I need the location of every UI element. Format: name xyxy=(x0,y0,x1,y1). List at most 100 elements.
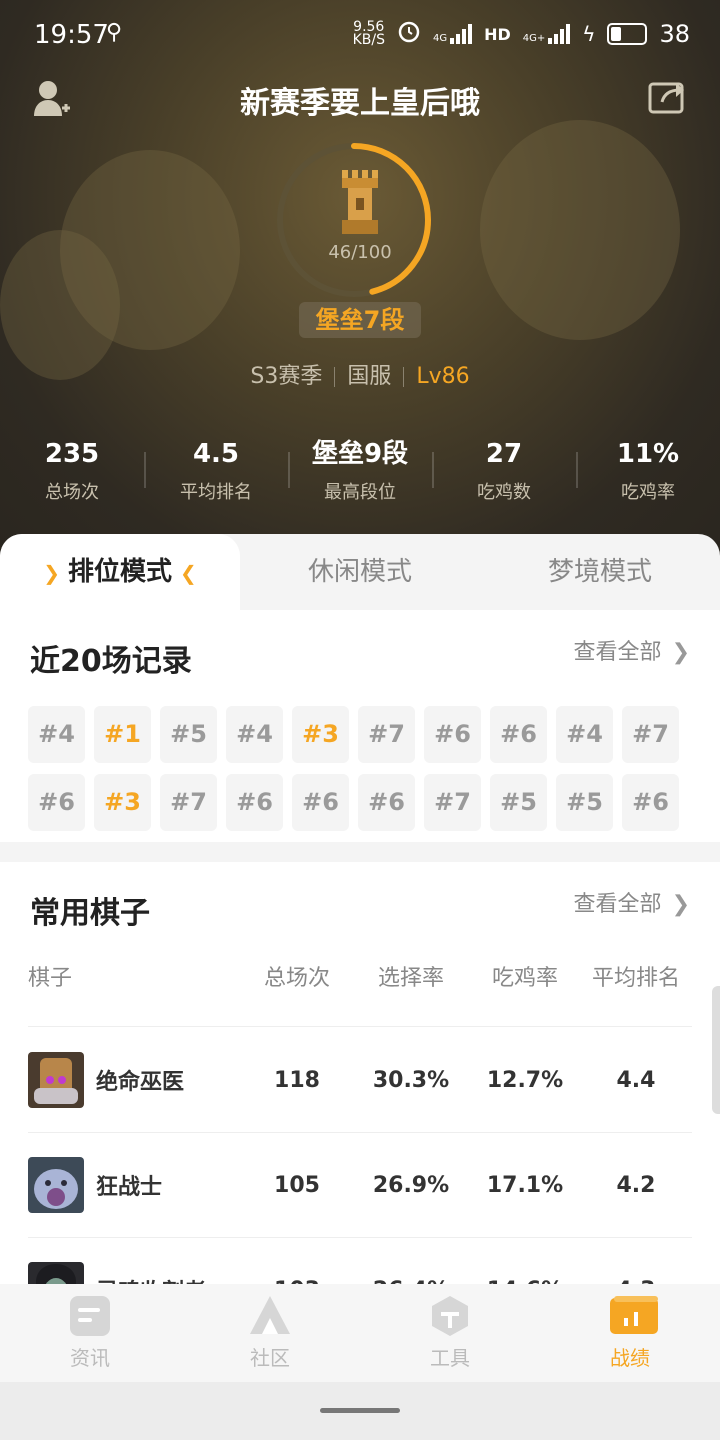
chevron-right-icon: ❯ xyxy=(43,561,60,585)
section-title: 常用棋子 xyxy=(30,896,150,931)
berserker-avatar xyxy=(28,1157,84,1213)
match-rank-cell[interactable]: #7 xyxy=(160,774,217,831)
chevron-left-icon: ❮ xyxy=(180,561,197,585)
piece-games: 105 xyxy=(274,1172,320,1198)
mode-tabs: ❯ 排位模式 ❮ 休闲模式 梦境模式 xyxy=(0,534,720,610)
net-type-2: 4G+ xyxy=(522,33,546,44)
season-label: S3赛季 xyxy=(250,364,323,389)
nav-records[interactable]: 战绩 xyxy=(540,1284,720,1382)
stat-label: 吃鸡率 xyxy=(621,482,675,503)
battery-icon xyxy=(607,23,648,45)
match-rank-cell[interactable]: #4 xyxy=(556,706,613,763)
nav-community[interactable]: 社区 xyxy=(180,1284,360,1382)
stat-label: 总场次 xyxy=(45,482,99,503)
match-rank-cell[interactable]: #5 xyxy=(490,774,547,831)
nav-tools[interactable]: 工具 xyxy=(360,1284,540,1382)
net-speed: 9.56 KB/S xyxy=(353,20,385,47)
match-rank-cell[interactable]: #4 xyxy=(28,706,85,763)
net-type-1: 4G xyxy=(432,33,448,44)
recent-matches-section: 近20场记录 查看全部 ❯ #4 #1 #5 #4 #3 #7 #6 #6 #4 #7 #6 #3 #7 #… xyxy=(0,610,720,842)
home-indicator[interactable] xyxy=(0,1382,720,1440)
stat-average-rank: 4.5 平均排名 xyxy=(144,436,288,504)
stat-value: 4.5 xyxy=(192,439,240,469)
see-all-label: 查看全部 xyxy=(573,892,662,917)
share-icon[interactable] xyxy=(648,78,688,114)
match-rank-cell[interactable]: #6 xyxy=(28,774,85,831)
see-all-label: 查看全部 xyxy=(573,640,662,665)
alarm-icon xyxy=(397,20,421,48)
fortress-rank-icon xyxy=(340,168,380,238)
see-all-recent-link[interactable]: 查看全部 ❯ xyxy=(574,634,690,666)
column-header: 总场次 xyxy=(263,966,330,991)
table-row[interactable]: 绝命巫医 118 30.3% 12.7% 4.4 xyxy=(28,1028,692,1133)
news-icon xyxy=(68,1294,112,1338)
stat-label: 最高段位 xyxy=(324,482,396,503)
season-info: S3赛季 国服 Lv86 xyxy=(0,358,720,390)
bottom-nav: 资讯 社区 工具 战绩 xyxy=(0,1284,720,1382)
match-rank-cell[interactable]: #7 xyxy=(424,774,481,831)
hd-label: HD xyxy=(484,24,511,44)
nav-label: 资讯 xyxy=(70,1346,110,1370)
status-bar: 19:57 ⚲ 9.56 KB/S 4G HD 4G+ ϟ 38 xyxy=(0,0,720,72)
chevron-right-icon: ❯ xyxy=(671,892,690,917)
match-rank-cell[interactable]: #7 xyxy=(358,706,415,763)
signal-2: 4G+ xyxy=(523,24,571,44)
community-icon xyxy=(248,1294,292,1338)
nav-label: 工具 xyxy=(430,1346,470,1370)
signal-bars-icon xyxy=(450,24,473,44)
hero-background-art xyxy=(480,120,680,340)
signal-1: 4G xyxy=(432,24,473,44)
recent-rank-grid: #4 #1 #5 #4 #3 #7 #6 #6 #4 #7 #6 #3 #7 #6 #6 #6 #7 #5 #5 #6 xyxy=(28,706,688,842)
level-label: Lv86 xyxy=(416,364,470,389)
piece-name: 绝命巫医 xyxy=(96,1070,185,1095)
stat-value: 11% xyxy=(616,439,680,469)
match-rank-cell[interactable]: #3 xyxy=(292,706,349,763)
match-rank-cell[interactable]: #6 xyxy=(292,774,349,831)
match-rank-cell[interactable]: #6 xyxy=(424,706,481,763)
stat-value: 堡垒9段 xyxy=(311,439,409,469)
piece-pick-rate: 30.3% xyxy=(372,1067,450,1093)
match-rank-cell[interactable]: #3 xyxy=(94,774,151,831)
record-icon xyxy=(608,1294,658,1338)
piece-games: 118 xyxy=(274,1067,320,1093)
stat-value: 235 xyxy=(44,439,100,469)
tab-dream[interactable]: 梦境模式 xyxy=(480,534,720,610)
nav-news[interactable]: 资讯 xyxy=(0,1284,180,1382)
page-title: 新赛季要上皇后哦 xyxy=(240,86,480,121)
rank-row: #4 #1 #5 #4 #3 #7 #6 #6 #4 #7 xyxy=(28,706,688,763)
chevron-right-icon: ❯ xyxy=(671,640,690,665)
piece-pick-rate: 26.9% xyxy=(372,1172,450,1198)
stat-highest-rank: 堡垒9段 最高段位 xyxy=(288,436,432,504)
match-rank-cell[interactable]: #6 xyxy=(358,774,415,831)
usb-icon: ⚲ xyxy=(106,20,123,45)
match-rank-cell[interactable]: #5 xyxy=(556,774,613,831)
piece-avg-rank: 4.4 xyxy=(616,1067,656,1093)
stat-value: 27 xyxy=(485,439,523,469)
divider xyxy=(334,367,336,387)
scrollbar[interactable] xyxy=(712,986,720,1114)
match-rank-cell[interactable]: #6 xyxy=(226,774,283,831)
stat-wins: 27 吃鸡数 xyxy=(432,436,576,504)
battery-level: 38 xyxy=(659,20,690,48)
divider xyxy=(403,367,405,387)
tools-icon xyxy=(428,1294,472,1338)
see-all-pieces-link[interactable]: 查看全部 ❯ xyxy=(574,886,690,918)
column-header: 选择率 xyxy=(377,966,444,991)
column-header: 棋子 xyxy=(28,966,73,991)
match-rank-cell[interactable]: #4 xyxy=(226,706,283,763)
tab-ranked[interactable]: ❯ 排位模式 ❮ xyxy=(0,534,240,610)
section-title: 近20场记录 xyxy=(30,644,192,679)
table-row[interactable]: 狂战士 105 26.9% 17.1% 4.2 xyxy=(28,1133,692,1238)
signal-bars-icon xyxy=(548,24,571,44)
rank-badge: 堡垒7段 xyxy=(299,302,421,338)
match-rank-cell[interactable]: #7 xyxy=(622,706,679,763)
match-rank-cell[interactable]: #6 xyxy=(490,706,547,763)
stat-win-rate: 11% 吃鸡率 xyxy=(576,436,720,504)
match-rank-cell[interactable]: #6 xyxy=(622,774,679,831)
profile-hero: 19:57 ⚲ 9.56 KB/S 4G HD 4G+ ϟ 38 新赛季要上皇后… xyxy=(0,0,720,560)
tab-casual[interactable]: 休闲模式 xyxy=(240,534,480,610)
match-rank-cell[interactable]: #5 xyxy=(160,706,217,763)
column-header: 吃鸡率 xyxy=(491,966,558,991)
piece-name: 狂战士 xyxy=(96,1175,163,1200)
match-rank-cell[interactable]: #1 xyxy=(94,706,151,763)
